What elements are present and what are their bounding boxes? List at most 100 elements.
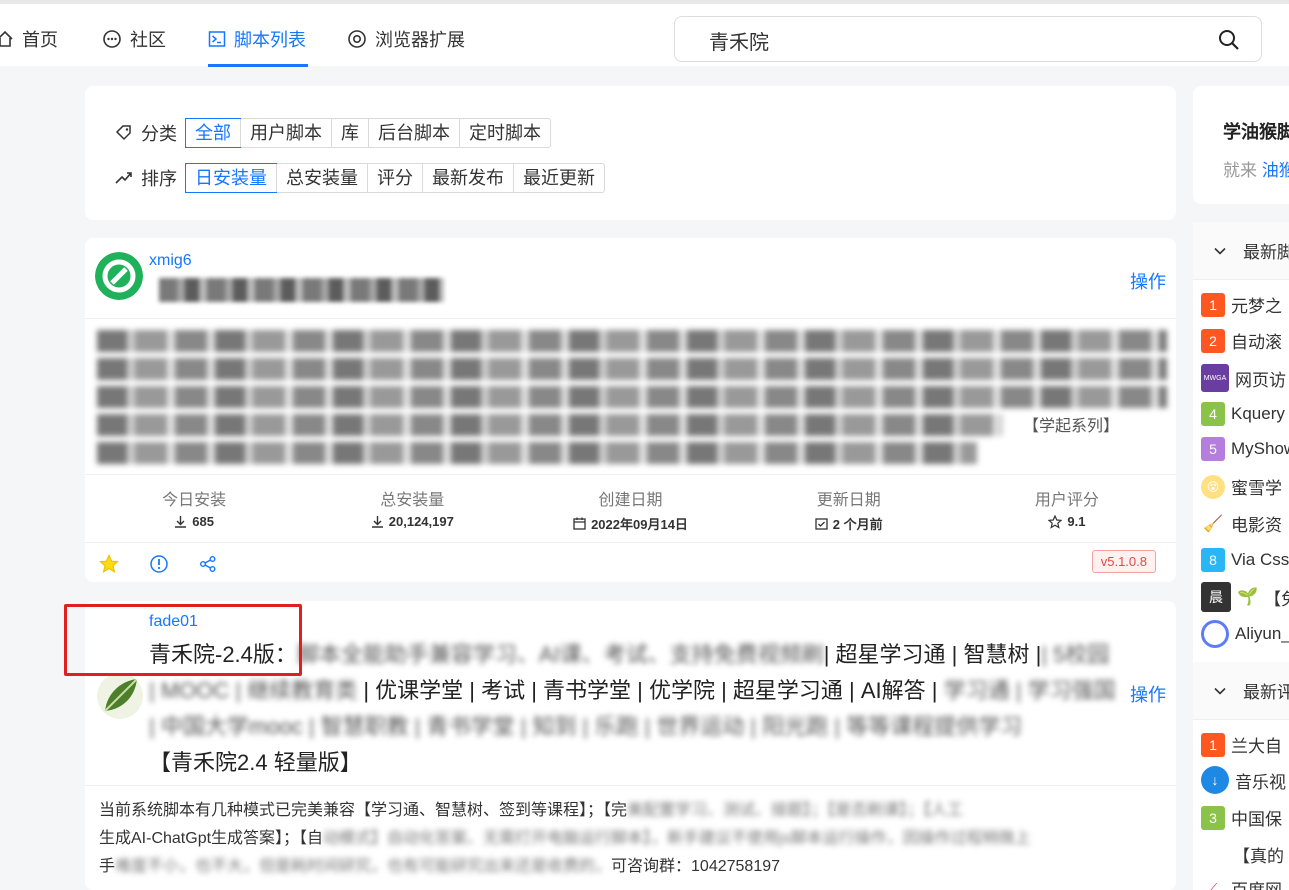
logo-icon: 晨 — [1201, 582, 1231, 612]
list-item[interactable]: 🧹 电影资 — [1201, 511, 1282, 536]
sort-total-installs[interactable]: 总安装量 — [276, 164, 367, 192]
list-item[interactable]: 1 兰大自 — [1201, 732, 1282, 757]
list-item[interactable]: 4 Kquery — [1201, 402, 1285, 426]
search-input[interactable] — [709, 27, 1189, 53]
list-item[interactable]: ⟋ 百度网 — [1201, 876, 1282, 890]
stat-label: 今日安装 — [162, 492, 227, 509]
sort-daily-installs[interactable]: 日安装量 — [185, 163, 277, 193]
promo-subtitle: 就来 油猴 — [1223, 156, 1289, 181]
title-suffix: 【青禾院2.4 轻量版】 — [149, 750, 362, 775]
chevron-down-icon — [1214, 247, 1226, 255]
nav-home[interactable]: 首页 — [0, 26, 58, 52]
script-description: 当前系统脚本有几种模式已完美兼容【学习通、智慧树、签到等课程】；【完美配置学习、… — [99, 797, 1164, 881]
nav-extensions[interactable]: 浏览器扩展 — [347, 26, 465, 52]
top-nav: 首页 社区 脚本列表 浏览器扩展 — [0, 0, 1289, 67]
chevron-down-icon — [1214, 687, 1226, 695]
avatar[interactable] — [95, 252, 143, 300]
section-title: 最新脚 — [1243, 243, 1289, 262]
list-item-label: 自动滚 — [1231, 333, 1282, 352]
latest-reviews-panel: 最新评 1 兰大自 ↓ 音乐视 3 中国保 【真的 ⟋ 百度网 — [1193, 662, 1289, 890]
category-all[interactable]: 全部 — [185, 118, 241, 148]
rank-badge: 8 — [1201, 548, 1225, 572]
mwga-logo-icon: MWGA — [1201, 364, 1229, 392]
avatar[interactable] — [97, 673, 143, 719]
list-item[interactable]: MWGA 网页访 — [1201, 364, 1286, 392]
category-user-scripts[interactable]: 用户脚本 — [240, 119, 331, 147]
rank-badge: 4 — [1201, 402, 1225, 426]
title-visible-segment: | 超星学习通 | 智慧树 | — [823, 642, 1042, 667]
latest-scripts-header[interactable]: 最新脚 — [1193, 222, 1289, 280]
description-redacted — [97, 386, 1167, 408]
stats-row: 今日安装 685 总安装量 20,124,197 创建日期 2022年09月14… — [85, 486, 1176, 533]
list-item-label: MyShow — [1231, 439, 1289, 458]
list-item-label: 百度网 — [1231, 876, 1282, 890]
list-item-label: 蜜雪学 — [1231, 479, 1282, 498]
calendar-icon — [573, 517, 586, 530]
star-icon[interactable] — [99, 554, 119, 574]
terminal-icon — [208, 31, 226, 47]
category-library[interactable]: 库 — [331, 119, 368, 147]
emoji-icon: 😵 — [1201, 474, 1225, 499]
search-icon[interactable] — [1217, 28, 1241, 52]
rank-badge: 3 — [1201, 805, 1225, 830]
title-redacted: 脚本全能助手兼容学习、AI课、考试、支持免费视频刷 — [296, 642, 824, 667]
sort-label-text: 排序 — [141, 169, 177, 189]
desc-redacted: 美配置学习、测试、接题】；【是否刷课】；【人工 — [627, 802, 964, 819]
list-item-label: 音乐视 — [1235, 772, 1286, 792]
list-item-label: 【免 — [1264, 589, 1289, 609]
sort-updated[interactable]: 最近更新 — [513, 164, 604, 192]
nav-extensions-label: 浏览器扩展 — [375, 30, 465, 50]
stat-value: 2 个月前 — [832, 517, 883, 532]
promo-title: 学油猴脚 — [1223, 122, 1289, 142]
stat-today-installs: 今日安装 685 — [85, 486, 303, 533]
divider — [85, 542, 1176, 543]
category-background[interactable]: 后台脚本 — [368, 119, 459, 147]
list-item[interactable]: 5 MyShow — [1201, 437, 1289, 461]
list-item[interactable]: Aliyun_ — [1201, 620, 1289, 648]
list-item[interactable]: 8 Via Css — [1201, 548, 1289, 572]
category-label-text: 分类 — [141, 124, 177, 144]
desc-redacted: 难度不小，也不大，但是耗时间研究，也有可能研究出来还是收费的， — [115, 858, 612, 875]
desc-redacted: 动模式】自动化答案、无需打开电脑运行脚本】，新手建议不使用js脚本运行操作，因操… — [323, 830, 1031, 847]
script-title-redacted[interactable] — [159, 278, 444, 302]
script-card-1: xmig6 操作 【学起系列】 今日安装 685 总安装量 20,124,197… — [85, 238, 1176, 582]
report-icon[interactable] — [149, 554, 169, 574]
list-item[interactable]: 😵 蜜雪学 — [1201, 474, 1282, 499]
stat-rating: 用户评分 9.1 — [958, 486, 1176, 533]
list-item[interactable]: 3 中国保 — [1201, 805, 1282, 830]
operate-link[interactable]: 操作 — [1130, 681, 1166, 707]
list-item[interactable]: 晨 🌱 【免 — [1201, 582, 1289, 612]
desc-line: 可咨询群：1042758197 — [611, 858, 781, 875]
category-scheduled[interactable]: 定时脚本 — [459, 119, 550, 147]
list-item-label: 【真的 — [1233, 847, 1284, 866]
author-link[interactable]: xmig6 — [149, 252, 192, 270]
rank-badge: 1 — [1201, 732, 1225, 757]
list-item-label: 电影资 — [1231, 516, 1282, 535]
sort-newest[interactable]: 最新发布 — [422, 164, 513, 192]
stat-value: 685 — [192, 514, 214, 529]
stat-value: 20,124,197 — [388, 514, 454, 529]
sort-rating[interactable]: 评分 — [367, 164, 422, 192]
broom-icon: 🧹 — [1201, 511, 1225, 536]
share-icon[interactable] — [199, 555, 217, 573]
divider — [85, 318, 1176, 319]
filter-card: 分类 全部 用户脚本 库 后台脚本 定时脚本 排序 日安装量 总安装量 评分 最… — [85, 86, 1176, 220]
list-item-label: Aliyun_ — [1235, 624, 1289, 643]
desc-line: 生成AI-ChatGpt生成答案】；【自 — [99, 830, 324, 847]
promo-link[interactable]: 油猴 — [1262, 161, 1289, 180]
list-item-label: 中国保 — [1231, 810, 1282, 829]
list-item[interactable]: 2 自动滚 — [1201, 328, 1282, 353]
category-segment: 全部 用户脚本 库 后台脚本 定时脚本 — [185, 118, 551, 148]
rank-badge: 2 — [1201, 328, 1225, 353]
nav-scripts-label: 脚本列表 — [234, 30, 306, 50]
download-arrow-icon: ↓ — [1201, 766, 1229, 794]
nav-community[interactable]: 社区 — [102, 26, 166, 52]
operate-link[interactable]: 操作 — [1130, 268, 1166, 294]
nav-scripts[interactable]: 脚本列表 — [208, 26, 306, 52]
title-visible-segment: | 优课学堂 | 考试 | 青书学堂 | 优学院 | 超星学习通 | AI解答 … — [363, 678, 938, 703]
latest-reviews-header[interactable]: 最新评 — [1193, 662, 1289, 720]
list-item[interactable]: 1 元梦之 — [1201, 292, 1282, 317]
list-item[interactable]: 【真的 — [1233, 842, 1284, 867]
list-item[interactable]: ↓ 音乐视 — [1201, 766, 1286, 794]
description-redacted — [97, 358, 1167, 380]
